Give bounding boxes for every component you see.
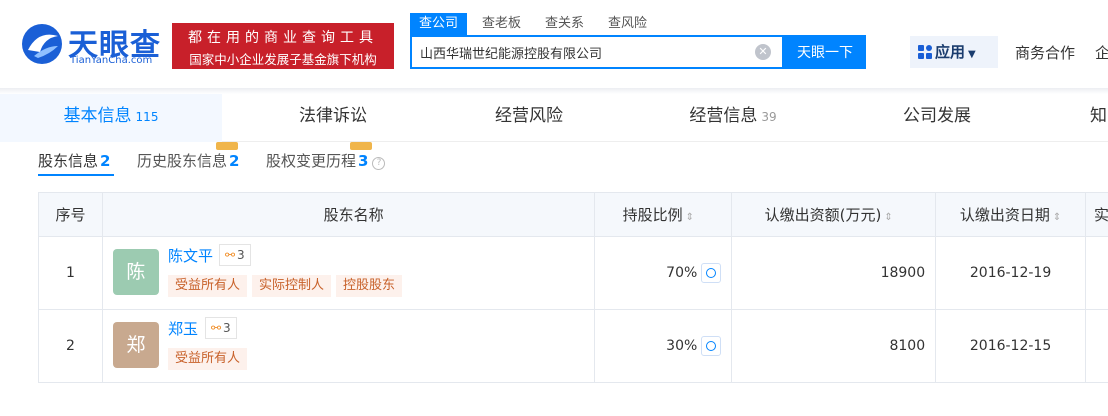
subtab-history-shareholders[interactable]: 历史股东信息 2 — [137, 150, 239, 171]
tab-operations[interactable]: 经营信息 39 — [622, 94, 844, 142]
subtab-label: 股东信息 — [38, 152, 99, 170]
search-input[interactable] — [420, 37, 750, 67]
row-index: 2 — [38, 309, 103, 383]
table-row: 1 陈 陈文平 ⚯ 3 受益所有人 实际控制人 控股股东 70% 18900 2016… — [38, 236, 1108, 310]
chevron-down-icon: ▼ — [968, 49, 976, 60]
search-tab-relation[interactable]: 查关系 — [545, 13, 584, 35]
search-tab-risk[interactable]: 查风险 — [608, 13, 647, 35]
slogan-banner: 都在用的商业查询工具 国家中小企业发展子基金旗下机构 — [172, 23, 394, 69]
col-date[interactable]: 认缴出资日期 ⇕ — [935, 192, 1086, 237]
subtab-equity-changes[interactable]: 股权变更历程 3? — [266, 150, 386, 171]
tab-count: 39 — [761, 110, 777, 124]
col-amount[interactable]: 认缴出资额(万元) ⇕ — [731, 192, 937, 237]
tag-actual-controller: 实际控制人 — [251, 275, 331, 297]
shareholder-cell: 陈 陈文平 ⚯ 3 受益所有人 实际控制人 控股股东 — [101, 236, 596, 310]
tab-label: 法律诉讼 — [299, 106, 367, 126]
help-icon[interactable]: ? — [372, 157, 386, 170]
row-index: 1 — [38, 236, 103, 310]
ratio-value: 70% — [666, 265, 698, 281]
sort-icon: ⇕ — [884, 212, 893, 223]
tag-beneficial-owner: 受益所有人 — [167, 348, 247, 370]
pie-chart-icon[interactable] — [701, 263, 722, 283]
tab-basic-info[interactable]: 基本信息 115 — [0, 94, 222, 142]
sub-tabs: 股东信息 2 历史股东信息 2 股权变更历程 3? — [0, 142, 1108, 178]
col-amount-label: 认缴出资额(万元) — [764, 206, 882, 224]
search-box: ✕ — [410, 35, 784, 69]
subtab-count: 2 — [229, 152, 240, 170]
shareholder-name-link[interactable]: 郑玉 — [168, 318, 198, 339]
apps-menu-button[interactable]: 应用 ▼ — [910, 36, 998, 68]
tab-ip[interactable]: 知 — [1090, 94, 1108, 142]
amount-cell: 18900 — [731, 236, 937, 310]
avatar: 陈 — [112, 249, 159, 295]
banner-line1: 都在用的商业查询工具 — [188, 30, 378, 46]
tab-label: 经营信息 — [689, 106, 758, 126]
avatar: 郑 — [112, 322, 159, 368]
ratio-value: 30% — [666, 338, 698, 354]
table-row: 2 郑 郑玉 ⚯ 3 受益所有人 30% 8100 2016-12-15 — [38, 309, 1108, 383]
date-cell: 2016-12-19 — [935, 236, 1086, 310]
main-tabs: 基本信息 115 法律诉讼 经营风险 经营信息 39 公司发展 知 — [0, 94, 1108, 142]
relation-count-button[interactable]: ⚯ 3 — [218, 244, 251, 266]
table-header-row: 序号 股东名称 持股比例 ⇕ 认缴出资额(万元) ⇕ 认缴出资日期 ⇕ 实 — [38, 192, 1108, 237]
tag-list: 受益所有人 — [167, 348, 252, 370]
tag-list: 受益所有人 实际控制人 控股股东 — [167, 275, 407, 297]
subtab-label: 股权变更历程 — [266, 152, 357, 170]
tianyancha-logo[interactable]: 天眼查 TianYanCha.com — [20, 20, 165, 70]
logo-mark-icon — [22, 24, 62, 64]
clear-icon[interactable]: ✕ — [755, 44, 771, 60]
col-more: 实 — [1085, 192, 1108, 237]
grid-icon — [918, 45, 932, 59]
tab-count: 115 — [135, 110, 159, 124]
search-button[interactable]: 天眼一下 — [784, 35, 866, 69]
ratio-cell: 70% — [594, 236, 733, 310]
tag-beneficial-owner: 受益所有人 — [167, 275, 247, 297]
date-cell: 2016-12-15 — [935, 309, 1086, 383]
relation-count: 3 — [223, 321, 231, 335]
sort-icon: ⇕ — [1052, 212, 1062, 223]
pie-chart-icon[interactable] — [701, 336, 722, 356]
more-cell — [1085, 236, 1108, 310]
logo-domain: TianYanCha.com — [70, 55, 153, 66]
search-tab-boss[interactable]: 查老板 — [482, 13, 521, 35]
relation-icon: ⚯ — [210, 321, 221, 335]
apps-label: 应用 — [935, 43, 966, 61]
search-tab-company[interactable]: 查公司 — [410, 13, 468, 35]
top-header: 天眼查 TianYanCha.com 都在用的商业查询工具 国家中小企业发展子基… — [0, 0, 1108, 88]
amount-cell: 8100 — [731, 309, 937, 383]
more-cell — [1085, 309, 1108, 383]
relation-count: 3 — [237, 248, 245, 262]
subtab-shareholders[interactable]: 股东信息 2 — [38, 150, 110, 171]
tab-label: 基本信息 — [63, 106, 132, 126]
shareholder-cell: 郑 郑玉 ⚯ 3 受益所有人 — [101, 309, 596, 383]
tag-controlling-shareholder: 控股股东 — [335, 275, 402, 297]
col-ratio-label: 持股比例 — [622, 206, 683, 224]
tab-risk[interactable]: 经营风险 — [418, 94, 640, 142]
subtab-label: 历史股东信息 — [137, 152, 228, 170]
vip-badge-icon — [350, 142, 372, 150]
ratio-cell: 30% — [594, 309, 733, 383]
subtab-count: 2 — [100, 152, 111, 170]
enterprise-link[interactable]: 企 — [1095, 42, 1108, 63]
subtab-count: 3 — [358, 152, 369, 170]
tab-label: 经营风险 — [495, 106, 563, 126]
tab-legal[interactable]: 法律诉讼 — [222, 94, 444, 142]
sort-icon: ⇕ — [685, 212, 695, 223]
business-cooperation-link[interactable]: 商务合作 — [1015, 42, 1075, 63]
tab-label: 公司发展 — [903, 106, 971, 126]
col-index: 序号 — [38, 192, 103, 237]
relation-icon: ⚯ — [224, 248, 235, 262]
tab-label: 知 — [1090, 106, 1107, 126]
subtab-active-underline — [38, 174, 114, 176]
relation-count-button[interactable]: ⚯ 3 — [204, 317, 237, 339]
vip-badge-icon — [216, 142, 238, 150]
col-date-label: 认缴出资日期 — [959, 206, 1050, 224]
banner-line2: 国家中小企业发展子基金旗下机构 — [189, 52, 377, 67]
col-shareholder-name: 股东名称 — [101, 192, 596, 237]
shareholder-name-link[interactable]: 陈文平 — [168, 245, 213, 266]
col-ratio[interactable]: 持股比例 ⇕ — [594, 192, 733, 237]
shareholder-table: 序号 股东名称 持股比例 ⇕ 认缴出资额(万元) ⇕ 认缴出资日期 ⇕ 实 1 陈 陈… — [38, 192, 1108, 383]
tab-development[interactable]: 公司发展 — [826, 94, 1048, 142]
